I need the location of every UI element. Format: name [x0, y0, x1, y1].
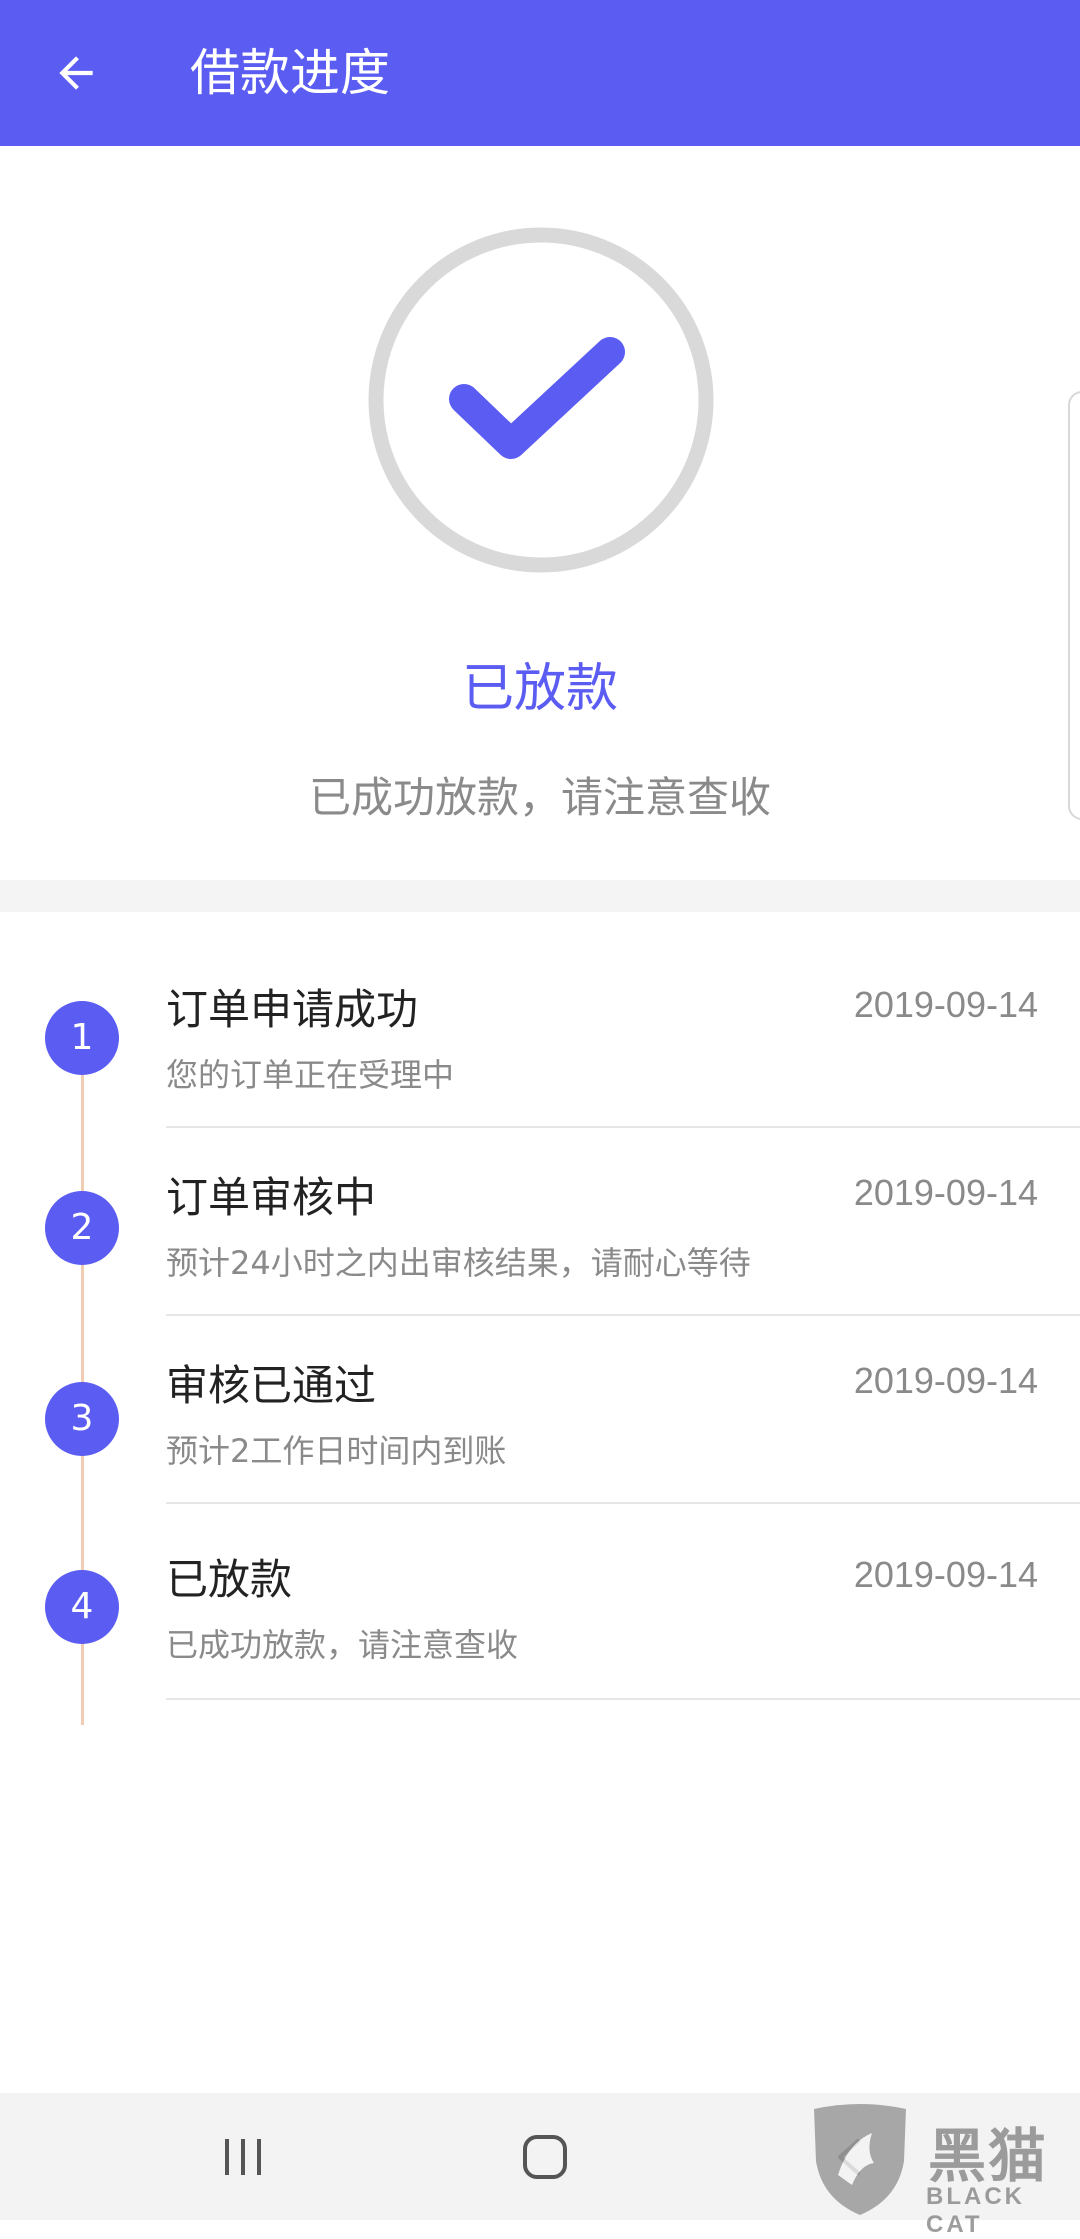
app-bar: 借款进度 [0, 0, 1080, 146]
black-cat-watermark: 黑猫 BLACK CAT [808, 2103, 1080, 2238]
step-date: 2019-09-14 [853, 1554, 1038, 1595]
step-title: 已放款 [166, 1555, 293, 1604]
step-description: 您的订单正在受理中 [166, 1056, 455, 1094]
step-title: 订单审核中 [166, 1173, 377, 1222]
section-divider [0, 880, 1080, 912]
step-description: 预计2工作日时间内到账 [166, 1432, 507, 1470]
check-circle-icon [361, 220, 721, 580]
cat-shield-icon [814, 2104, 906, 2215]
status-description: 已成功放款，请注意查收 [308, 773, 771, 822]
step-number-badge: 3 [45, 1382, 119, 1456]
step-date: 2019-09-14 [853, 984, 1038, 1025]
edge-panel-handle[interactable] [1068, 391, 1080, 820]
timeline-step-4: 已放款 2019-09-14 4 已成功放款，请注意查收 [0, 1504, 1080, 1700]
step-number-badge: 1 [45, 1001, 119, 1075]
recent-apps-button[interactable] [173, 2093, 313, 2220]
step-date: 2019-09-14 [853, 1360, 1038, 1401]
step-number-badge: 2 [45, 1191, 119, 1265]
arrow-left-icon [59, 56, 93, 90]
step-separator [166, 1698, 1080, 1700]
step-description: 已成功放款，请注意查收 [166, 1626, 519, 1664]
recent-apps-icon [225, 2138, 261, 2175]
step-title: 订单申请成功 [166, 985, 419, 1034]
step-date: 2019-09-14 [853, 1172, 1038, 1213]
home-icon [523, 2134, 567, 2179]
timeline-step-3: 审核已通过 2019-09-14 3 预计2工作日时间内到账 [0, 1316, 1080, 1504]
progress-timeline: 订单申请成功 2019-09-14 1 您的订单正在受理中 订单审核中 2019… [0, 912, 1080, 2092]
step-title: 审核已通过 [166, 1361, 377, 1410]
page-title: 借款进度 [190, 44, 390, 102]
watermark-text: 黑猫 [928, 2122, 1049, 2190]
watermark-subtext: BLACK CAT [926, 2183, 1025, 2238]
timeline-step-2: 订单审核中 2019-09-14 2 预计24小时之内出审核结果，请耐心等待 [0, 1128, 1080, 1316]
step-description: 预计24小时之内出审核结果，请耐心等待 [166, 1244, 751, 1282]
status-section: 已放款 已成功放款，请注意查收 [0, 146, 1080, 880]
timeline-step-1: 订单申请成功 2019-09-14 1 您的订单正在受理中 [0, 912, 1080, 1128]
back-button[interactable] [36, 33, 116, 113]
status-title: 已放款 [461, 659, 618, 719]
home-button[interactable] [475, 2093, 615, 2220]
step-number-badge: 4 [45, 1570, 119, 1644]
